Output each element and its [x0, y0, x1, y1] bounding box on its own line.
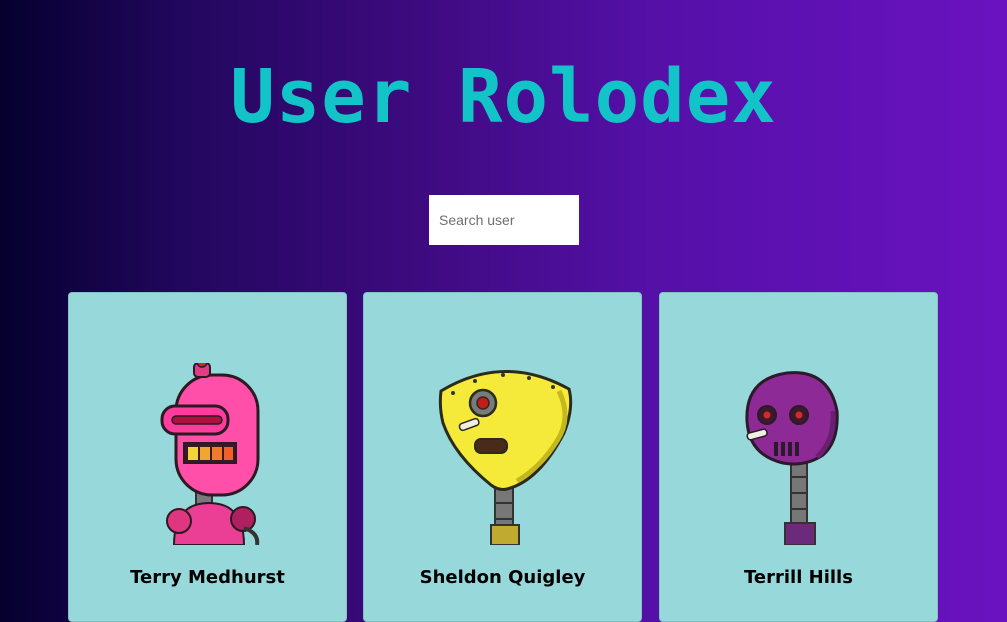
user-card[interactable]: Sheldon Quigley — [363, 292, 642, 622]
user-name: Terrill Hills — [744, 567, 853, 588]
purple-robot-icon — [745, 371, 839, 545]
page-title: User Rolodex — [230, 54, 777, 140]
user-card[interactable]: Terry Medhurst — [68, 292, 347, 622]
user-name: Terry Medhurst — [130, 567, 285, 588]
pink-robot-icon — [160, 363, 260, 545]
card-list: Terry Medhurst Sheldon Quigley Terrill H… — [68, 292, 940, 622]
user-name: Sheldon Quigley — [419, 567, 586, 588]
yellow-robot-icon — [438, 370, 573, 545]
search-input[interactable] — [429, 195, 579, 245]
user-card[interactable]: Terrill Hills — [659, 292, 938, 622]
